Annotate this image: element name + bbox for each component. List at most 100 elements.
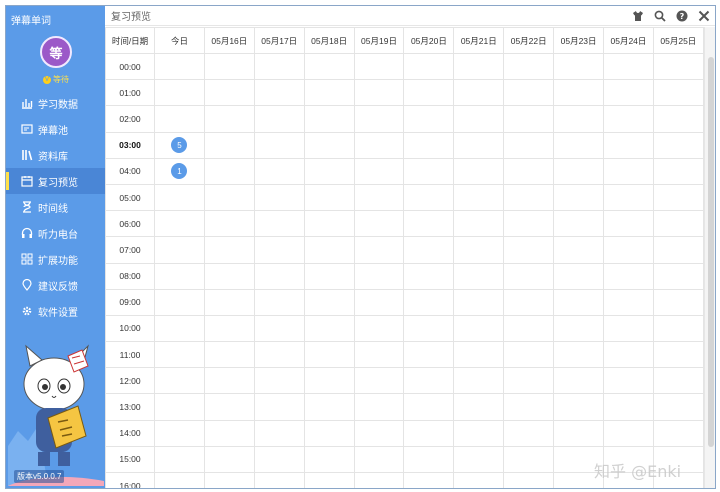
schedule-cell[interactable] <box>203 236 255 264</box>
sidebar-item-listening-radio[interactable]: 听力电台 <box>6 220 105 246</box>
schedule-cell[interactable] <box>603 393 654 421</box>
schedule-cell[interactable] <box>553 314 605 343</box>
schedule-cell[interactable] <box>203 419 255 447</box>
schedule-cell[interactable] <box>453 471 505 488</box>
schedule-cell[interactable] <box>503 314 555 343</box>
schedule-cell[interactable] <box>403 79 455 107</box>
schedule-cell[interactable] <box>503 183 555 212</box>
schedule-cell[interactable] <box>652 314 704 343</box>
schedule-cell[interactable] <box>503 393 555 421</box>
schedule-cell[interactable] <box>603 157 654 185</box>
schedule-cell[interactable] <box>403 262 455 290</box>
schedule-cell[interactable] <box>603 367 654 395</box>
schedule-cell[interactable] <box>353 105 405 133</box>
sidebar-item-feedback[interactable]: 建议反馈 <box>6 272 105 298</box>
shirt-icon[interactable] <box>631 9 644 22</box>
search-icon[interactable] <box>653 9 666 22</box>
schedule-cell[interactable] <box>652 183 704 212</box>
schedule-cell[interactable] <box>652 105 704 133</box>
schedule-cell[interactable] <box>503 288 555 316</box>
schedule-cell[interactable] <box>253 79 305 107</box>
schedule-cell[interactable] <box>503 105 555 133</box>
schedule-cell[interactable] <box>353 419 405 447</box>
schedule-cell[interactable] <box>253 105 305 133</box>
schedule-cell[interactable] <box>253 471 305 488</box>
schedule-cell[interactable] <box>303 393 355 421</box>
schedule-cell[interactable] <box>154 288 205 316</box>
schedule-cell[interactable] <box>553 288 605 316</box>
schedule-cell[interactable] <box>652 262 704 290</box>
schedule-cell[interactable] <box>353 471 405 488</box>
schedule-cell[interactable] <box>403 105 455 133</box>
schedule-cell[interactable] <box>453 445 505 474</box>
schedule-cell[interactable] <box>303 419 355 447</box>
schedule-cell[interactable] <box>453 314 505 343</box>
schedule-cell[interactable] <box>253 131 305 159</box>
schedule-cell[interactable] <box>453 236 505 264</box>
schedule-cell[interactable] <box>353 52 405 81</box>
schedule-cell[interactable] <box>652 393 704 421</box>
close-icon[interactable] <box>697 9 710 22</box>
schedule-cell[interactable] <box>303 210 355 238</box>
schedule-cell[interactable] <box>603 183 654 212</box>
schedule-cell[interactable] <box>303 183 355 212</box>
schedule-cell[interactable] <box>652 288 704 316</box>
schedule-cell[interactable] <box>453 288 505 316</box>
schedule-cell[interactable]: 5 <box>154 131 205 159</box>
schedule-cell[interactable] <box>652 52 704 81</box>
schedule-cell[interactable] <box>203 367 255 395</box>
schedule-cell[interactable] <box>303 262 355 290</box>
schedule-cell[interactable] <box>453 341 505 369</box>
schedule-cell[interactable] <box>403 471 455 488</box>
schedule-cell[interactable] <box>453 131 505 159</box>
schedule-cell[interactable] <box>154 262 205 290</box>
schedule-cell[interactable] <box>603 236 654 264</box>
schedule-cell[interactable] <box>603 262 654 290</box>
schedule-cell[interactable] <box>453 262 505 290</box>
schedule-cell[interactable] <box>154 471 205 488</box>
schedule-cell[interactable] <box>353 262 405 290</box>
schedule-cell[interactable] <box>154 210 205 238</box>
schedule-cell[interactable] <box>253 288 305 316</box>
schedule-cell[interactable] <box>154 236 205 264</box>
review-count-badge[interactable]: 5 <box>171 137 188 154</box>
schedule-cell[interactable] <box>203 445 255 474</box>
schedule-cell[interactable] <box>154 79 205 107</box>
schedule-cell[interactable] <box>453 419 505 447</box>
schedule-cell[interactable] <box>503 210 555 238</box>
schedule-cell[interactable] <box>303 157 355 185</box>
schedule-cell[interactable] <box>453 52 505 81</box>
schedule-cell[interactable] <box>203 105 255 133</box>
schedule-cell[interactable] <box>603 105 654 133</box>
schedule-cell[interactable] <box>453 157 505 185</box>
schedule-cell[interactable] <box>553 79 605 107</box>
avatar[interactable]: 等 <box>40 36 72 68</box>
schedule-cell[interactable] <box>603 314 654 343</box>
schedule-cell[interactable] <box>154 367 205 395</box>
schedule-cell[interactable] <box>652 131 704 159</box>
schedule-cell[interactable] <box>353 288 405 316</box>
schedule-cell[interactable] <box>303 367 355 395</box>
schedule-cell[interactable] <box>353 314 405 343</box>
schedule-cell[interactable] <box>503 131 555 159</box>
schedule-cell[interactable] <box>253 419 305 447</box>
sidebar-item-review-preview[interactable]: 复习预览 <box>6 168 105 194</box>
sidebar-item-danmaku-pool[interactable]: 弹幕池 <box>6 116 105 142</box>
schedule-cell[interactable] <box>253 210 305 238</box>
schedule-cell[interactable] <box>652 157 704 185</box>
schedule-cell[interactable] <box>403 445 455 474</box>
schedule-cell[interactable] <box>353 183 405 212</box>
schedule-cell[interactable] <box>203 314 255 343</box>
schedule-cell[interactable] <box>652 367 704 395</box>
schedule-cell[interactable] <box>253 314 305 343</box>
schedule-cell[interactable] <box>353 79 405 107</box>
schedule-cell[interactable] <box>553 236 605 264</box>
schedule-cell[interactable] <box>253 157 305 185</box>
vertical-scrollbar[interactable] <box>704 27 715 488</box>
schedule-cell[interactable] <box>652 341 704 369</box>
schedule-cell[interactable] <box>453 367 505 395</box>
schedule-cell[interactable] <box>553 341 605 369</box>
schedule-cell[interactable] <box>453 183 505 212</box>
schedule-cell[interactable] <box>403 52 455 81</box>
schedule-cell[interactable] <box>553 210 605 238</box>
